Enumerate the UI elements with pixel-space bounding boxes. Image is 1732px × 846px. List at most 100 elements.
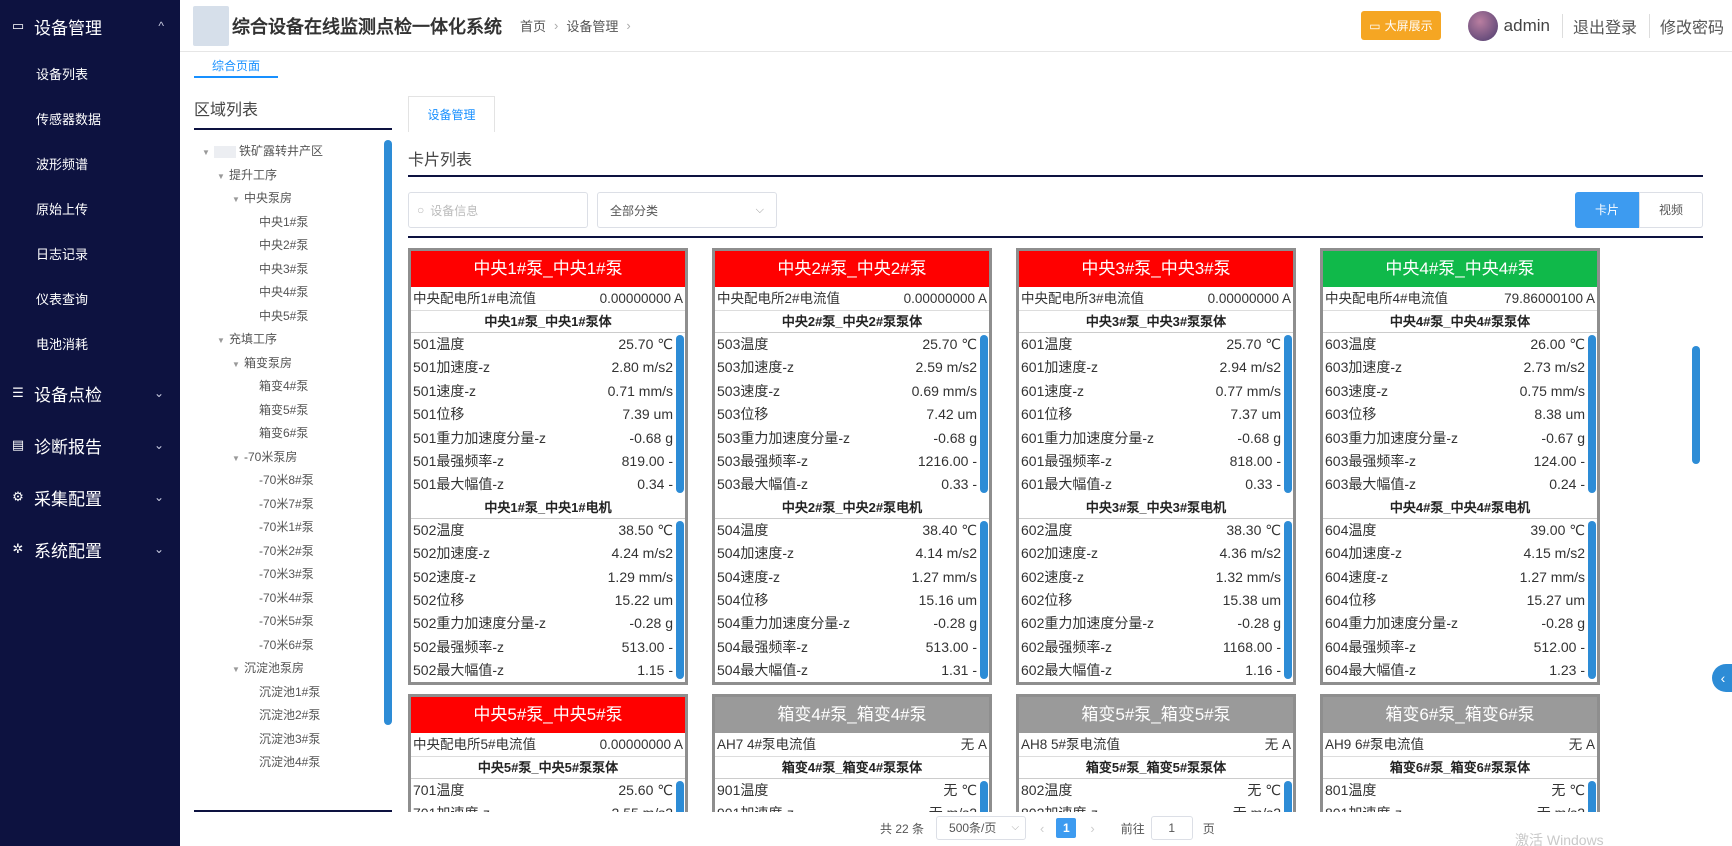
tree-node[interactable]: -70米6#泵 — [194, 634, 392, 658]
metric-group: 501温度 25.70 ℃ 501加速度-z 2.80 m/s2 501速度-z 0.71… — [411, 333, 685, 497]
metric-value: 0.34 - — [637, 476, 673, 493]
metric-label: 502位移 — [413, 591, 465, 608]
bigscreen-button[interactable]: ▭ 大屏展示 — [1361, 11, 1441, 40]
sidebar-group-0[interactable]: ▭ 设备管理 ^ — [0, 0, 180, 52]
tree-node[interactable]: 箱变4#泵 — [194, 375, 392, 399]
sidebar-group-1[interactable]: ☰ 设备点检 ⌄ — [0, 367, 180, 419]
breadcrumb-current[interactable]: 设备管理 — [566, 16, 618, 35]
device-card[interactable]: 中央3#泵_中央3#泵 中央配电所3#电流值 0.00000000 A 中央3#泵_中… — [1016, 248, 1296, 686]
tree-node[interactable]: ▼ 沉淀池泵房 — [194, 657, 392, 681]
cards-scrollbar[interactable] — [1692, 346, 1700, 464]
tree-node[interactable]: -70米7#泵 — [194, 493, 392, 517]
group-scrollbar[interactable] — [1588, 520, 1596, 679]
sidebar: ▭ 设备管理 ^ 设备列表 传感器数据 波形频谱 原始上传 日志记录 仪表查询 电池消耗 ☰ 设备点检… — [0, 0, 180, 846]
sidebar-group-3[interactable]: ⚙ 采集配置 ⌄ — [0, 471, 180, 523]
card-view-button[interactable]: 卡片 — [1575, 192, 1639, 228]
current-label: 中央配电所1#电流值 — [413, 291, 537, 306]
tree-node[interactable]: -70米2#泵 — [194, 540, 392, 564]
metric-row: 601速度-z 0.77 mm/s — [1019, 380, 1293, 403]
video-view-button[interactable]: 视频 — [1639, 192, 1703, 228]
prev-page-icon[interactable]: ‹ — [1040, 821, 1044, 836]
tag-overview[interactable]: 综合页面 — [194, 55, 279, 78]
sidebar-item[interactable]: 仪表查询 — [0, 277, 180, 322]
device-card[interactable]: 中央5#泵_中央5#泵 中央配电所5#电流值 0.00000000 A 中央5#泵_中… — [408, 694, 688, 812]
metric-row: 801温度 无 ℃ — [1323, 779, 1597, 802]
tree-node[interactable]: 沉淀池3#泵 — [194, 728, 392, 752]
device-card[interactable]: 箱变4#泵_箱变4#泵 AH7 4#泵电流值无 A 箱变4#泵_箱变4#泵泵体 901… — [712, 694, 992, 812]
tree-node[interactable]: ▼ 箱变泵房 — [194, 352, 392, 376]
device-card[interactable]: 中央1#泵_中央1#泵 中央配电所1#电流值 0.00000000 A 中央1#泵_中… — [408, 248, 688, 686]
tree-node[interactable]: -70米5#泵 — [194, 610, 392, 634]
sidebar-group-label: 采集配置 — [34, 489, 102, 509]
group-scrollbar[interactable] — [676, 335, 684, 493]
search-input[interactable]: ○ 设备信息 — [408, 192, 588, 228]
group-scrollbar[interactable] — [1284, 335, 1292, 493]
logout-link[interactable]: 退出登录 — [1561, 13, 1637, 38]
tree-scrollbar[interactable] — [384, 140, 392, 725]
metric-row: 501最强频率-z 819.00 - — [411, 450, 685, 473]
group-scrollbar[interactable] — [980, 520, 988, 679]
next-page-icon[interactable]: › — [1090, 821, 1094, 836]
sidebar-item[interactable]: 电池消耗 — [0, 322, 180, 367]
username[interactable]: admin — [1504, 16, 1550, 36]
breadcrumb-home[interactable]: 首页 — [520, 16, 546, 35]
group-scrollbar[interactable] — [1284, 520, 1292, 679]
tree-node[interactable]: 中央2#泵 — [194, 234, 392, 258]
tree-node[interactable]: 中央5#泵 — [194, 305, 392, 329]
tree-node[interactable]: ▼ 提升工序 — [194, 164, 392, 188]
sidebar-item[interactable]: 原始上传 — [0, 187, 180, 232]
sidebar-item[interactable]: 设备列表 — [0, 52, 180, 97]
tree-node[interactable]: -70米8#泵 — [194, 469, 392, 493]
device-card[interactable]: 中央2#泵_中央2#泵 中央配电所2#电流值 0.00000000 A 中央2#泵_中… — [712, 248, 992, 686]
group-scrollbar[interactable] — [980, 781, 988, 812]
sidebar-item[interactable]: 波形频谱 — [0, 142, 180, 187]
group-scrollbar[interactable] — [676, 781, 684, 812]
device-card[interactable]: 箱变5#泵_箱变5#泵 AH8 5#泵电流值无 A 箱变5#泵_箱变5#泵泵体 802… — [1016, 694, 1296, 812]
chevron-right-icon: › — [626, 18, 631, 33]
current-label: 中央配电所4#电流值 — [1325, 291, 1449, 306]
page-size-value: 500条/页 — [949, 821, 997, 835]
group-scrollbar[interactable] — [980, 335, 988, 493]
group-scrollbar[interactable] — [1284, 781, 1292, 812]
metric-row: 602重力加速度分量-z -0.28 g — [1019, 612, 1293, 635]
tree-node[interactable]: 沉淀池4#泵 — [194, 751, 392, 775]
tree-node[interactable]: 沉淀池1#泵 — [194, 681, 392, 705]
change-password-link[interactable]: 修改密码 — [1648, 13, 1724, 38]
device-card[interactable]: 箱变6#泵_箱变6#泵 AH9 6#泵电流值无 A 箱变6#泵_箱变6#泵泵体 801… — [1320, 694, 1600, 812]
tree-node[interactable]: ▼ 中央泵房 — [194, 187, 392, 211]
goto-page-input[interactable]: 1 — [1150, 816, 1193, 840]
tree-node[interactable]: 沉淀池2#泵 — [194, 704, 392, 728]
device-card-title: 中央2#泵_中央2#泵 — [715, 251, 989, 287]
tree-node[interactable]: -70米3#泵 — [194, 563, 392, 587]
metric-value: 818.00 - — [1229, 452, 1281, 469]
group-scrollbar[interactable] — [676, 520, 684, 679]
device-card[interactable]: 中央4#泵_中央4#泵 中央配电所4#电流值 79.86000100 A 中央4#泵_… — [1320, 248, 1600, 686]
metric-row: 504温度 38.40 ℃ — [715, 519, 989, 542]
tree-node[interactable]: 中央3#泵 — [194, 258, 392, 282]
tree-node-label: 沉淀池2#泵 — [259, 708, 321, 722]
group-scrollbar[interactable] — [1588, 781, 1596, 812]
tree-node[interactable]: ▼ 充填工序 — [194, 328, 392, 352]
tree-node[interactable]: 箱变5#泵 — [194, 399, 392, 423]
avatar[interactable] — [1467, 10, 1498, 41]
tree-node[interactable]: 中央4#泵 — [194, 281, 392, 305]
sidebar-group-2[interactable]: ▤ 诊断报告 ⌄ — [0, 419, 180, 471]
tab-device-management[interactable]: 设备管理 — [408, 96, 495, 132]
metric-row: 901加速度-z 无 m/s2 — [715, 802, 989, 812]
metric-value: 1168.00 - — [1222, 638, 1281, 655]
page-size-select[interactable]: 500条/页 ⌵ — [936, 816, 1027, 840]
tree-node[interactable]: 中央1#泵 — [194, 211, 392, 235]
tree-node[interactable]: 箱变6#泵 — [194, 422, 392, 446]
tree-node[interactable]: -70米1#泵 — [194, 516, 392, 540]
sidebar-item[interactable]: 日志记录 — [0, 232, 180, 277]
category-select[interactable]: 全部分类 ⌵ — [597, 192, 777, 228]
tree-node[interactable]: ▼ 铁矿露转井产区 — [194, 140, 392, 164]
group-scrollbar[interactable] — [1588, 335, 1596, 493]
sidebar-item[interactable]: 传感器数据 — [0, 97, 180, 142]
tree-node[interactable]: ▼ -70米泵房 — [194, 446, 392, 470]
page-number-current[interactable]: 1 — [1056, 818, 1077, 838]
current-value: 0.00000000 A — [903, 291, 987, 306]
chevron-left-icon[interactable]: ‹ — [1712, 664, 1732, 692]
sidebar-group-4[interactable]: ✲ 系统配置 ⌄ — [0, 523, 180, 575]
tree-node[interactable]: -70米4#泵 — [194, 587, 392, 611]
